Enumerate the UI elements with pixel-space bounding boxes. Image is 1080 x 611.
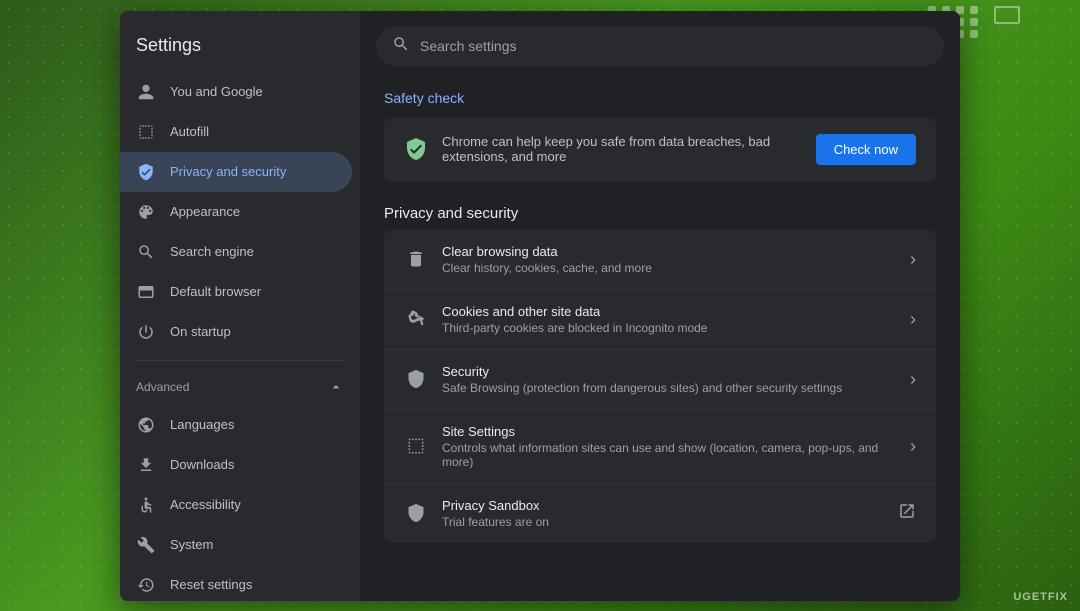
sidebar-item-appearance[interactable]: Appearance — [120, 192, 352, 232]
sidebar-item-label: Appearance — [170, 204, 240, 219]
privacy-sandbox-text: Privacy Sandbox Trial features are on — [442, 498, 884, 529]
safety-description: Chrome can help keep you safe from data … — [442, 134, 802, 164]
sidebar-item-search-engine[interactable]: Search engine — [120, 232, 352, 272]
security-shield-icon — [404, 367, 428, 391]
sidebar-item-system[interactable]: System — [120, 525, 352, 565]
sidebar-item-label: Default browser — [170, 284, 261, 299]
download-icon — [136, 455, 156, 475]
main-content: Safety check Chrome can help keep you sa… — [360, 11, 960, 601]
autofill-icon — [136, 122, 156, 142]
chevron-right-icon: › — [910, 309, 916, 330]
privacy-icon — [136, 162, 156, 182]
shield-check-icon — [404, 137, 428, 161]
accessibility-icon — [136, 495, 156, 515]
sidebar-item-languages[interactable]: Languages — [120, 405, 352, 445]
security-title: Security — [442, 364, 896, 379]
advanced-section-header[interactable]: Advanced — [120, 369, 360, 405]
check-now-button[interactable]: Check now — [816, 134, 916, 165]
sidebar-item-label: Autofill — [170, 124, 209, 139]
settings-row-privacy-sandbox[interactable]: Privacy Sandbox Trial features are on — [384, 484, 936, 543]
sidebar-item-you-and-google[interactable]: You and Google — [120, 72, 352, 112]
sidebar-item-label: Search engine — [170, 244, 254, 259]
external-link-icon — [898, 502, 916, 525]
cookie-icon — [404, 307, 428, 331]
reset-icon — [136, 575, 156, 595]
sidebar-item-default-browser[interactable]: Default browser — [120, 272, 352, 312]
sidebar-item-reset[interactable]: Reset settings — [120, 565, 352, 601]
sidebar-item-accessibility[interactable]: Accessibility — [120, 485, 352, 525]
sidebar-item-label: Downloads — [170, 457, 234, 472]
settings-row-site-settings[interactable]: Site Settings Controls what information … — [384, 410, 936, 484]
safety-check-section-label: Safety check — [360, 82, 960, 118]
settings-row-clear-browsing[interactable]: Clear browsing data Clear history, cooki… — [384, 230, 936, 290]
clear-browsing-text: Clear browsing data Clear history, cooki… — [442, 244, 896, 275]
startup-icon — [136, 322, 156, 342]
settings-row-cookies[interactable]: Cookies and other site data Third-party … — [384, 290, 936, 350]
sidebar-divider — [136, 360, 344, 361]
privacy-sandbox-icon — [404, 501, 428, 525]
cookies-subtitle: Third-party cookies are blocked in Incog… — [442, 321, 896, 335]
sidebar-item-autofill[interactable]: Autofill — [120, 112, 352, 152]
sidebar: Settings You and Google Autofill Privacy… — [120, 11, 360, 601]
clear-browsing-subtitle: Clear history, cookies, cache, and more — [442, 261, 896, 275]
security-subtitle: Safe Browsing (protection from dangerous… — [442, 381, 896, 395]
person-icon — [136, 82, 156, 102]
sidebar-title: Settings — [120, 27, 360, 72]
privacy-settings-list: Clear browsing data Clear history, cooki… — [384, 230, 936, 543]
trash-icon — [404, 247, 428, 271]
sidebar-item-label: Reset settings — [170, 577, 252, 592]
sidebar-item-downloads[interactable]: Downloads — [120, 445, 352, 485]
security-text: Security Safe Browsing (protection from … — [442, 364, 896, 395]
safety-check-card: Chrome can help keep you safe from data … — [384, 118, 936, 181]
browser-window: Settings You and Google Autofill Privacy… — [120, 11, 960, 601]
site-settings-subtitle: Controls what information sites can use … — [442, 441, 896, 469]
browser-icon — [136, 282, 156, 302]
clear-browsing-title: Clear browsing data — [442, 244, 896, 259]
cookies-text: Cookies and other site data Third-party … — [442, 304, 896, 335]
sidebar-item-on-startup[interactable]: On startup — [120, 312, 352, 352]
sidebar-item-label: You and Google — [170, 84, 263, 99]
chevron-right-icon: › — [910, 249, 916, 270]
privacy-section-title: Privacy and security — [360, 189, 960, 230]
privacy-sandbox-subtitle: Trial features are on — [442, 515, 884, 529]
sidebar-item-label: System — [170, 537, 213, 552]
decorative-screen — [994, 6, 1020, 24]
watermark: UGETFIX — [1013, 591, 1068, 603]
site-settings-text: Site Settings Controls what information … — [442, 424, 896, 469]
appearance-icon — [136, 202, 156, 222]
privacy-sandbox-title: Privacy Sandbox — [442, 498, 884, 513]
settings-row-security[interactable]: Security Safe Browsing (protection from … — [384, 350, 936, 410]
system-icon — [136, 535, 156, 555]
search-bar-icon — [392, 35, 410, 58]
sidebar-item-label: Languages — [170, 417, 234, 432]
cookies-title: Cookies and other site data — [442, 304, 896, 319]
sidebar-item-label: On startup — [170, 324, 231, 339]
search-input[interactable] — [420, 38, 928, 54]
search-icon — [136, 242, 156, 262]
site-settings-icon — [404, 434, 428, 458]
search-bar — [376, 27, 944, 66]
chevron-right-icon: › — [910, 369, 916, 390]
globe-icon — [136, 415, 156, 435]
site-settings-title: Site Settings — [442, 424, 896, 439]
sidebar-item-label: Accessibility — [170, 497, 241, 512]
advanced-label: Advanced — [136, 380, 189, 394]
sidebar-item-label: Privacy and security — [170, 164, 286, 179]
chevron-right-icon: › — [910, 436, 916, 457]
sidebar-item-privacy[interactable]: Privacy and security — [120, 152, 352, 192]
